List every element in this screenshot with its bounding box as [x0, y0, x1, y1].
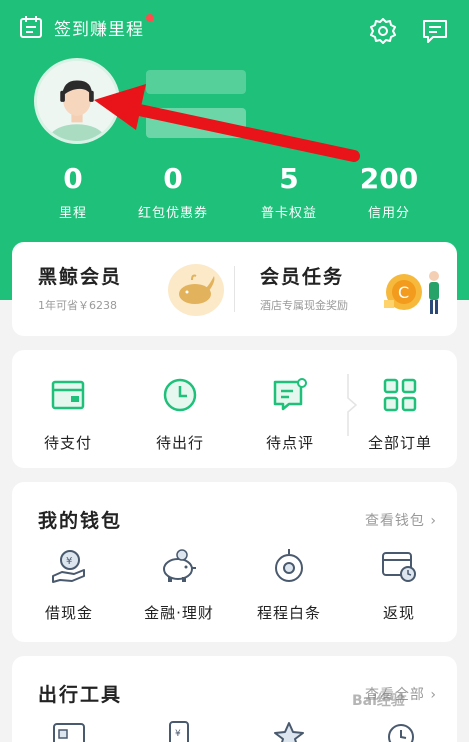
whale-icon [168, 264, 224, 316]
notification-dot [146, 14, 154, 22]
watermark: Bai经验 [352, 693, 405, 709]
checkin-button[interactable]: 签到赚里程 [18, 14, 144, 40]
wallet-label: 程程白条 [256, 604, 321, 622]
order-label: 全部订单 [367, 434, 432, 452]
gear-icon[interactable] [369, 17, 397, 45]
piggy-bank-icon [163, 549, 196, 582]
stat-label: 普卡权益 [260, 206, 317, 221]
wallet-title: 我的钱包 [38, 510, 123, 532]
stat-credit-score[interactable]: 200 信用分 [334, 160, 444, 221]
wallet-label: 借现金 [44, 604, 93, 622]
wallet-finance[interactable]: 金融·理财 [134, 548, 224, 623]
membership-card: 黑鲸会员 1年可省￥6238 会员任务 酒店专属现金奖励 C [12, 242, 457, 336]
coins-illustration-icon: C [384, 271, 439, 314]
blurred-user-info [146, 108, 246, 138]
phone-icon[interactable]: ¥ [162, 720, 196, 742]
tools-title: 出行工具 [38, 684, 123, 706]
member-title: 黑鲸会员 [38, 266, 123, 288]
comment-icon [273, 378, 307, 411]
id-card-icon[interactable] [52, 720, 86, 742]
blurred-username [146, 70, 246, 94]
grid-icon [383, 378, 417, 412]
view-wallet-link[interactable]: 查看钱包 › [365, 510, 437, 530]
stat-mileage[interactable]: 0 里程 [18, 160, 128, 221]
svg-text:¥: ¥ [66, 556, 72, 567]
wallet-card-icon [51, 380, 85, 410]
black-whale-member[interactable]: 黑鲸会员 1年可省￥6238 [38, 262, 122, 313]
wallet-cashback[interactable]: 返现 [354, 548, 444, 623]
star-icon[interactable] [272, 720, 306, 742]
order-pending-travel[interactable]: 待出行 [138, 376, 222, 453]
clock-icon [163, 378, 197, 412]
cash-hand-icon: ¥ [52, 550, 85, 583]
order-all[interactable]: 全部订单 [358, 376, 442, 453]
stat-label: 信用分 [367, 206, 410, 221]
stat-label: 里程 [58, 206, 87, 221]
order-pending-payment[interactable]: 待支付 [26, 376, 110, 453]
wallet-baitiao[interactable]: 程程白条 [244, 548, 334, 623]
wallet-card: 我的钱包 查看钱包 › ¥ 借现金 金融·理财 程程白条 返现 [12, 482, 457, 642]
stat-value: 200 [359, 162, 419, 195]
order-label: 待出行 [155, 434, 204, 452]
target-icon [275, 549, 303, 582]
wallet-label: 金融·理财 [144, 604, 214, 622]
member-tasks[interactable]: 会员任务 酒店专属现金奖励 [260, 262, 348, 313]
svg-text:¥: ¥ [175, 729, 181, 739]
clock-icon[interactable] [384, 720, 418, 742]
wallet-borrow-cash[interactable]: ¥ 借现金 [24, 548, 114, 623]
stat-card-benefits[interactable]: 5 普卡权益 [234, 160, 344, 221]
stat-value: 0 [63, 162, 83, 195]
tasks-subtitle: 酒店专属现金奖励 [260, 299, 348, 312]
wallet-label: 返现 [382, 604, 415, 622]
calendar-icon [20, 16, 42, 38]
order-label: 待点评 [265, 434, 314, 452]
member-subtitle: 1年可省￥6238 [38, 299, 117, 312]
top-bar: 签到赚里程 [0, 0, 469, 62]
orders-card: 待支付 待出行 待点评 全部订单 [12, 350, 457, 468]
avatar-illustration [37, 61, 117, 141]
stat-label: 红包优惠券 [137, 206, 208, 221]
order-pending-review[interactable]: 待点评 [248, 376, 332, 453]
tasks-title: 会员任务 [260, 266, 345, 288]
stat-value: 0 [163, 162, 183, 195]
avatar[interactable] [34, 58, 120, 144]
divider [234, 266, 235, 312]
stat-coupons[interactable]: 0 红包优惠券 [118, 160, 228, 221]
checkin-label: 签到赚里程 [54, 19, 144, 40]
message-icon[interactable] [421, 18, 449, 44]
cashback-card-icon [382, 552, 416, 582]
svg-text:C: C [398, 283, 409, 302]
stat-value: 5 [279, 162, 299, 195]
order-label: 待支付 [43, 434, 92, 452]
stats-row: 0 里程 0 红包优惠券 5 普卡权益 200 信用分 [0, 160, 469, 230]
